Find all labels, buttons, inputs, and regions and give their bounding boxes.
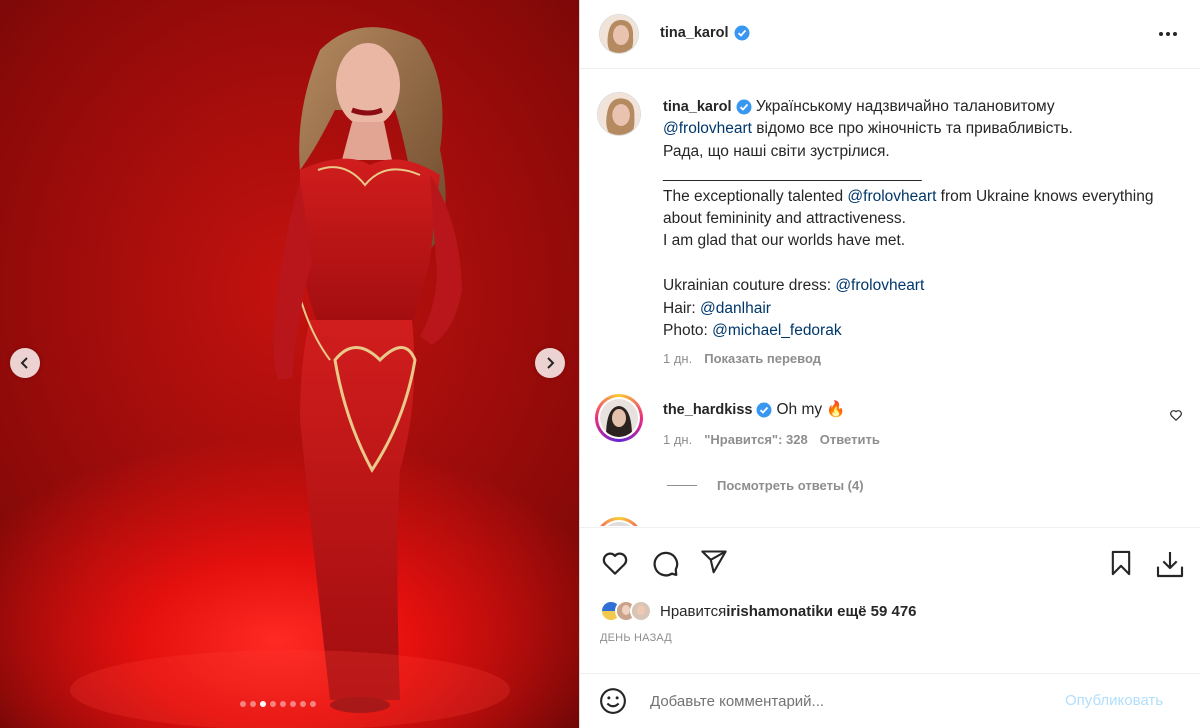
caption-author-avatar[interactable] — [597, 92, 641, 136]
liker-username[interactable]: irishamonatik — [726, 603, 824, 620]
next-commenter-avatar[interactable] — [595, 517, 643, 526]
caption-meta: 1 дн. Показать перевод — [663, 351, 821, 366]
carousel-dots — [240, 701, 316, 707]
replies-line — [667, 485, 697, 486]
fire-emoji-icon: 🔥 — [826, 401, 846, 418]
liker-avatar — [630, 600, 652, 622]
comment-input[interactable] — [650, 684, 1050, 718]
carousel-dot — [250, 701, 256, 707]
carousel-dot — [310, 701, 316, 707]
more-options-button[interactable] — [1156, 24, 1180, 44]
caption-text: відомо все про жіночність та привабливіс… — [751, 120, 1073, 138]
view-replies-button[interactable]: Посмотреть ответы (4) — [667, 478, 864, 493]
author-avatar[interactable] — [599, 14, 639, 54]
caption-text: Українському надзвичайно талановитому — [755, 98, 1055, 115]
save-button[interactable] — [1107, 548, 1135, 581]
share-button[interactable] — [700, 548, 728, 579]
previous-slide-button[interactable] — [10, 348, 40, 378]
verified-badge-icon — [736, 99, 751, 115]
post-details-panel: tina_karol tina_karol Українському надзв… — [580, 0, 1200, 728]
caption-text: Рада, що наші світи зустрілися. — [663, 142, 890, 160]
publish-comment-button[interactable]: Опубликовать — [1065, 692, 1163, 709]
chevron-left-icon — [20, 357, 28, 369]
carousel-dot — [280, 701, 286, 707]
heart-icon — [602, 552, 628, 575]
caption-text: Ukrainian couture dress: — [663, 277, 836, 295]
author-name-row: tina_karol — [660, 25, 750, 41]
mention-link[interactable]: @frolovheart — [835, 277, 924, 294]
commenter-username[interactable]: the_hardkiss — [663, 402, 752, 418]
download-icon — [1156, 552, 1184, 578]
caption-username[interactable]: tina_karol — [663, 96, 732, 118]
post-timestamp: ДЕНЬ НАЗАД — [600, 632, 672, 644]
reply-button[interactable]: Ответить — [820, 432, 880, 447]
carousel-dot — [270, 701, 276, 707]
translate-button[interactable]: Показать перевод — [704, 351, 821, 366]
caption-text: Hair: — [663, 299, 701, 317]
carousel-dot — [290, 701, 296, 707]
carousel-dot-active — [260, 701, 266, 707]
comment-body: the_hardkiss Oh my 🔥 — [663, 400, 845, 419]
likes-prefix: Нравится — [660, 602, 727, 620]
mention-link[interactable]: @frolovheart — [847, 188, 936, 205]
comment-text: Oh my — [776, 400, 823, 418]
view-replies-label: Посмотреть ответы (4) — [717, 478, 864, 493]
more-horizontal-icon — [1159, 32, 1163, 36]
heart-icon — [1170, 410, 1182, 421]
likes-summary[interactable]: Нравится irishamonatik и ещё 59 476 — [600, 600, 917, 622]
chevron-right-icon — [547, 357, 555, 369]
bookmark-icon — [1111, 550, 1131, 576]
comment-like-button[interactable] — [1169, 408, 1183, 425]
post-media[interactable] — [0, 0, 579, 728]
post-actions: Нравится irishamonatik и ещё 59 476 ДЕНЬ… — [580, 527, 1200, 647]
verified-badge-icon — [756, 402, 772, 417]
comment-likes-count[interactable]: "Нравится": 328 — [704, 432, 808, 447]
comment-button[interactable] — [650, 548, 680, 581]
mention-link[interactable]: @frolovheart — [663, 120, 752, 137]
add-comment-bar: Опубликовать — [580, 673, 1200, 728]
comment-time[interactable]: 1 дн. — [663, 432, 692, 447]
download-button[interactable] — [1154, 548, 1186, 583]
commenter-avatar[interactable] — [595, 394, 643, 442]
verified-badge-icon — [734, 25, 749, 41]
post-caption: tina_karol Українському надзвичайно тала… — [663, 96, 1163, 342]
comment-meta: 1 дн. "Нравится": 328 Ответить — [663, 432, 880, 447]
post-header: tina_karol — [580, 0, 1200, 69]
like-button[interactable] — [600, 548, 630, 581]
mention-link[interactable]: @danlhair — [700, 300, 771, 317]
smiley-icon — [600, 688, 626, 714]
comments-section: tina_karol Українському надзвичайно тала… — [580, 70, 1200, 526]
caption-text: The exceptionally talented — [663, 187, 848, 205]
carousel-dot — [240, 701, 246, 707]
comment-icon — [653, 551, 679, 577]
author-username[interactable]: tina_karol — [660, 25, 729, 41]
next-slide-button[interactable] — [535, 348, 565, 378]
mention-link[interactable]: @michael_fedorak — [712, 322, 841, 339]
caption-name-row: tina_karol — [663, 96, 752, 118]
caption-time[interactable]: 1 дн. — [663, 351, 692, 366]
likes-count[interactable]: и ещё 59 476 — [824, 603, 917, 620]
caption-text: I am glad that our worlds have met. — [663, 232, 906, 250]
paper-plane-icon — [701, 550, 727, 574]
likers-avatars — [600, 600, 652, 622]
caption-separator: ______________________________ — [663, 165, 922, 183]
emoji-button[interactable] — [598, 686, 628, 719]
photo-woman-red-dress — [70, 27, 510, 728]
carousel-dot — [300, 701, 306, 707]
caption-text: Photo: — [663, 322, 713, 340]
